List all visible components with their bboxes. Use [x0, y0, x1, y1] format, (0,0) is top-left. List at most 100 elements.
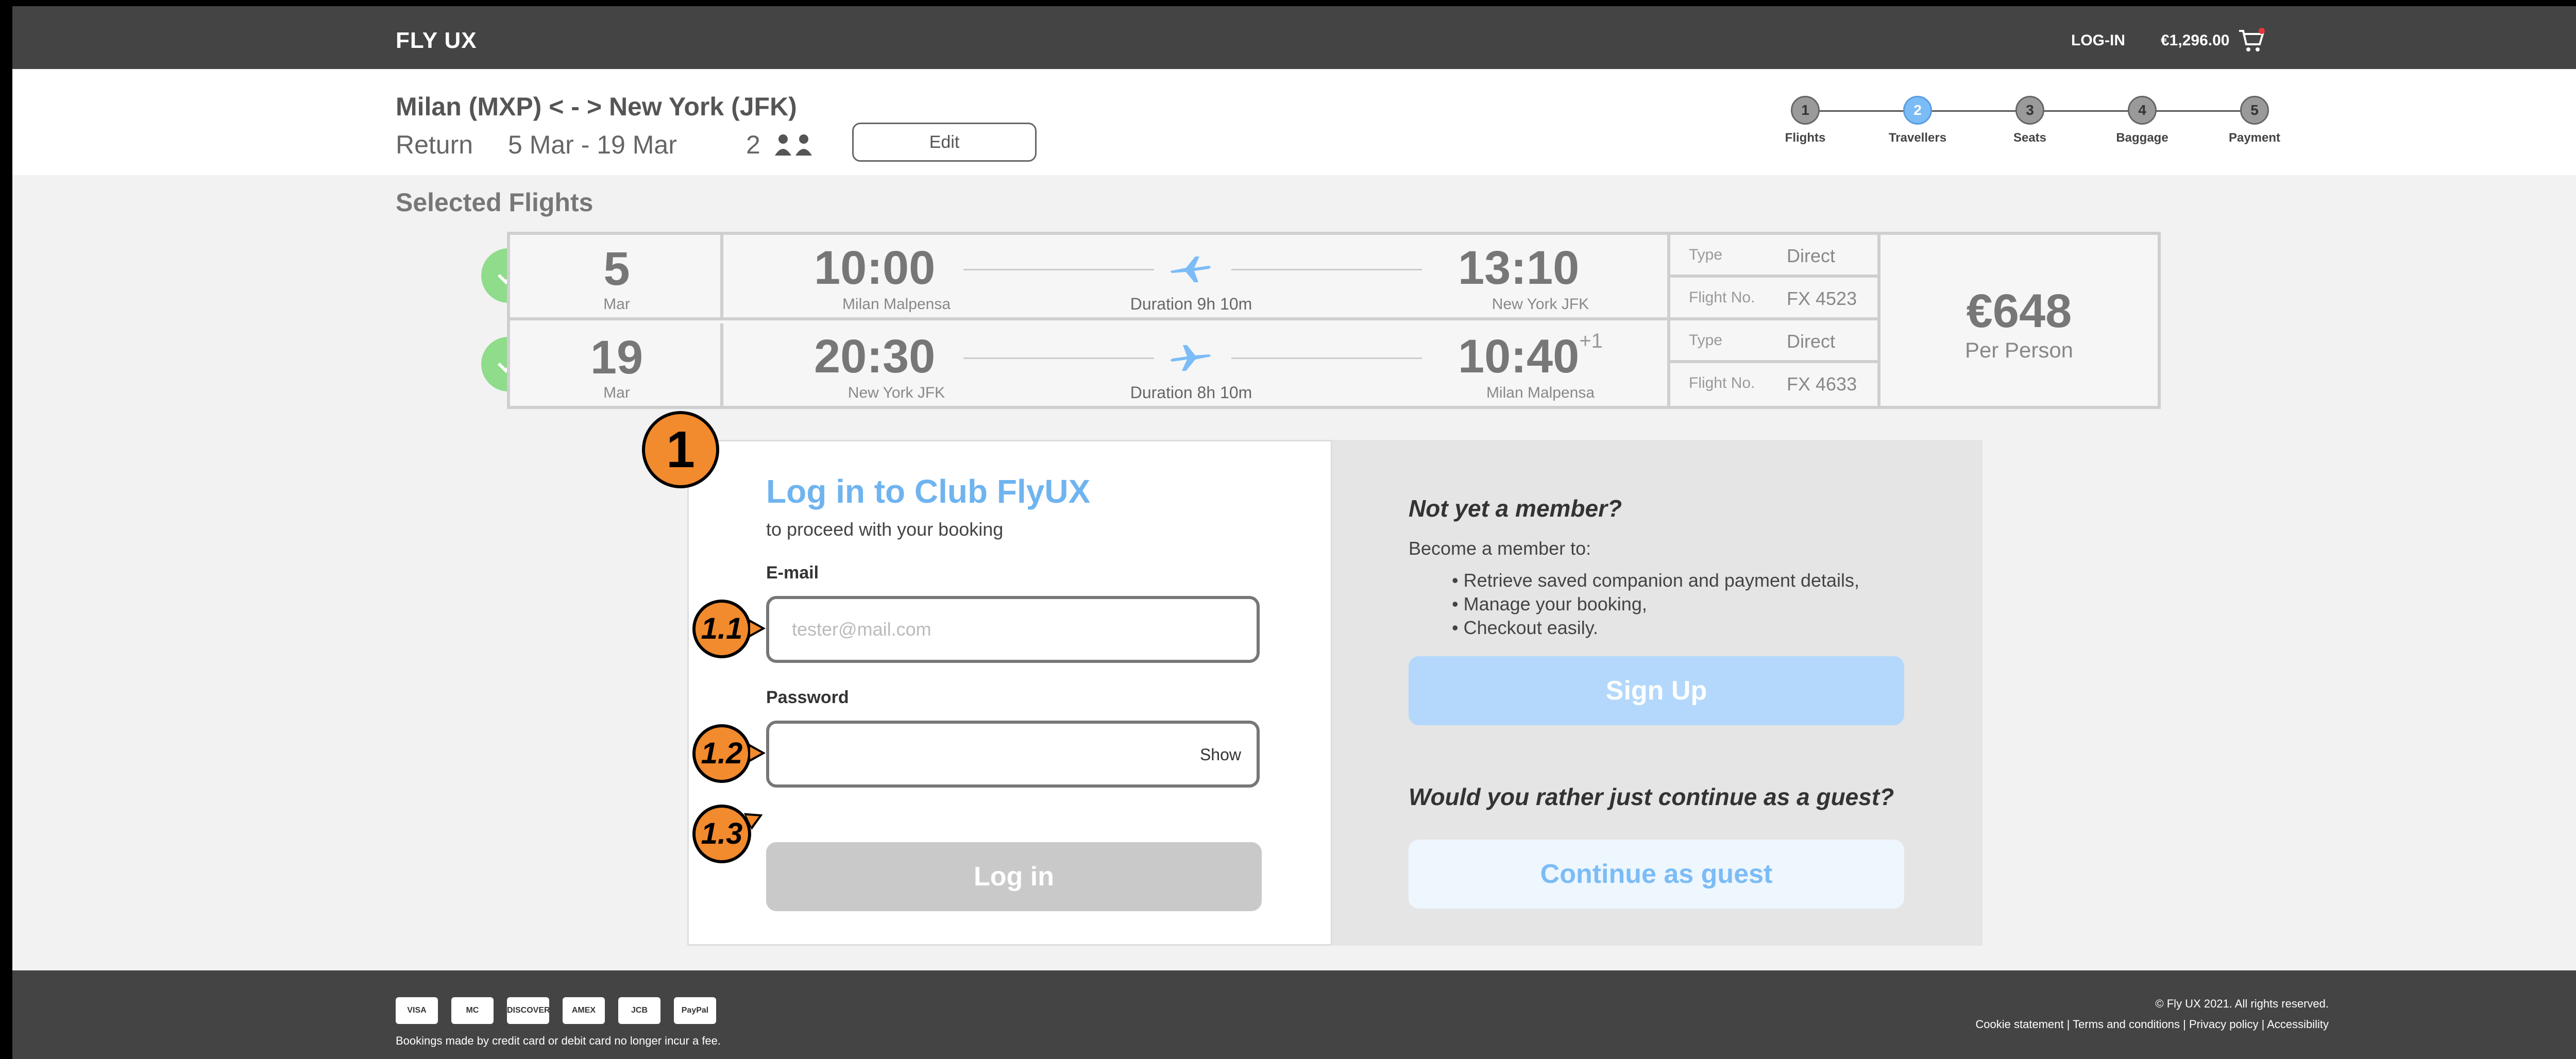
- step-number: 4: [2128, 96, 2157, 125]
- price-note: Per Person: [1964, 338, 2074, 362]
- step-baggage[interactable]: 4 Baggage: [2101, 96, 2183, 145]
- passengers-icon: [775, 134, 812, 156]
- not-member-heading: Not yet a member?: [1409, 495, 1622, 522]
- plane-icon: [1171, 257, 1211, 282]
- visa-card-icon: VISA: [396, 997, 438, 1024]
- step-payment[interactable]: 5 Payment: [2213, 96, 2296, 145]
- app-frame: FLY UX LOG-IN €1,296.00 Milan (MXP) < - …: [12, 6, 2576, 1059]
- show-password-button[interactable]: Show: [1200, 745, 1241, 764]
- departure-time: 10:00: [814, 242, 936, 294]
- flight-no-value: FX 4523: [1787, 288, 1857, 309]
- flight-row-return: 19 Mar 20:30 New York JFK Duration 8h 10…: [510, 323, 1667, 409]
- step-label: Payment: [2228, 131, 2281, 145]
- email-field[interactable]: [766, 596, 1260, 663]
- amex-card-icon: AMEX: [563, 997, 605, 1024]
- step-label: Seats: [2013, 131, 2047, 145]
- guest-heading: Would you rather just continue as a gues…: [1409, 783, 1894, 810]
- arrival-airport: New York JFK: [1492, 296, 1589, 313]
- login-subtitle: to proceed with your booking: [766, 519, 1004, 540]
- selected-flights-card: 5 Mar 10:00 Milan Malpensa Duration 9h 1…: [507, 232, 2161, 409]
- brand-logo[interactable]: FLY UX: [396, 28, 477, 54]
- step-travellers[interactable]: 2 Travellers: [1876, 96, 1959, 145]
- step-number: 1: [1791, 96, 1820, 125]
- step-flights[interactable]: 1 Flights: [1764, 96, 1846, 145]
- type-label: Type: [1689, 246, 1723, 263]
- type-value: Direct: [1787, 245, 1836, 266]
- flight-type-row: Type Direct: [1670, 235, 1877, 278]
- member-benefits-list: • Retrieve saved companion and payment d…: [1452, 569, 1859, 640]
- step-number: 3: [2015, 96, 2044, 125]
- fee-note: Bookings made by credit card or debit ca…: [396, 1034, 721, 1047]
- plane-icon: [1171, 345, 1211, 371]
- member-intro: Become a member to:: [1409, 538, 1591, 559]
- annotation-marker-1-3: 1.3: [692, 805, 751, 863]
- flight-info-column: Type Direct Flight No. FX 4523 Type Dire…: [1667, 235, 1880, 406]
- step-seats[interactable]: 3 Seats: [1989, 96, 2071, 145]
- price-summary: €648 Per Person: [1880, 235, 2158, 406]
- step-number: 5: [2240, 96, 2269, 125]
- continue-as-guest-button[interactable]: Continue as guest: [1409, 840, 1904, 909]
- footer: VISA MC DISCOVER AMEX JCB PayPal Booking…: [12, 970, 2576, 1059]
- login-title: Log in to Club FlyUX: [766, 473, 1091, 510]
- mastercard-icon: MC: [451, 997, 494, 1024]
- list-item: • Checkout easily.: [1452, 617, 1599, 638]
- type-value: Direct: [1787, 331, 1836, 352]
- price-value: €648: [1966, 285, 2072, 337]
- paypal-icon: PayPal: [674, 997, 716, 1024]
- password-field[interactable]: Show: [766, 721, 1260, 788]
- booking-progress-stepper: 1 Flights 2 Travellers 3 Seats 4 Baggage…: [1764, 96, 2300, 163]
- route-line: [963, 357, 1154, 359]
- payment-methods: VISA MC DISCOVER AMEX JCB PayPal: [396, 997, 716, 1024]
- step-label: Flights: [1785, 131, 1826, 145]
- route-line: [1231, 269, 1422, 270]
- step-label: Travellers: [1888, 131, 1947, 145]
- copyright: © Fly UX 2021. All rights reserved.: [2155, 997, 2329, 1010]
- list-item: • Retrieve saved companion and payment d…: [1452, 570, 1860, 591]
- flight-no-label: Flight No.: [1689, 374, 1755, 391]
- edit-trip-button[interactable]: Edit: [852, 123, 1037, 162]
- flight-month: Mar: [603, 384, 630, 401]
- footer-links[interactable]: Cookie statement | Terms and conditions …: [1975, 1018, 2329, 1031]
- annotation-pointer: [749, 619, 766, 638]
- flight-duration: Duration 8h 10m: [1130, 383, 1252, 402]
- email-input[interactable]: [792, 599, 1153, 660]
- password-input[interactable]: [792, 724, 1153, 784]
- annotation-marker-1-1: 1.1: [692, 600, 751, 658]
- route-line: [963, 269, 1154, 270]
- flight-number-row: Flight No. FX 4633: [1670, 363, 1877, 406]
- type-label: Type: [1689, 332, 1723, 349]
- login-link[interactable]: LOG-IN: [2071, 32, 2125, 49]
- arrival-day-offset: +1: [1579, 330, 1603, 352]
- login-button[interactable]: Log in: [766, 842, 1262, 911]
- arrival-airport: Milan Malpensa: [1486, 384, 1595, 401]
- email-label: E-mail: [766, 563, 819, 583]
- route-title: Milan (MXP) < - > New York (JFK): [396, 92, 797, 121]
- selected-flights-title: Selected Flights: [396, 188, 594, 217]
- departure-airport: New York JFK: [848, 384, 945, 401]
- flight-date: 19 Mar: [510, 323, 723, 409]
- flight-day: 19: [590, 331, 643, 384]
- annotation-marker-1-2: 1.2: [692, 724, 751, 783]
- jcb-card-icon: JCB: [618, 997, 660, 1024]
- departure-time: 20:30: [814, 330, 936, 383]
- cart-total[interactable]: €1,296.00: [2161, 32, 2229, 49]
- sign-up-button[interactable]: Sign Up: [1409, 656, 1904, 725]
- arrival-time-value: 10:40: [1458, 330, 1580, 383]
- flight-day: 5: [603, 243, 630, 295]
- annotation-pointer: [749, 744, 766, 762]
- flight-date: 5 Mar: [510, 235, 723, 317]
- arrival-time: 13:10: [1458, 241, 1579, 295]
- list-item: • Manage your booking,: [1452, 593, 1647, 614]
- flight-row-outbound: 5 Mar 10:00 Milan Malpensa Duration 9h 1…: [510, 235, 1667, 320]
- top-nav-bar: FLY UX LOG-IN €1,296.00: [12, 6, 2576, 69]
- passenger-count: 2: [746, 130, 760, 159]
- password-label: Password: [766, 688, 849, 707]
- step-label: Baggage: [2116, 131, 2168, 145]
- annotation-marker-1: 1: [642, 411, 719, 488]
- trip-type: Return: [396, 130, 473, 159]
- flight-no-value: FX 4633: [1787, 373, 1857, 395]
- cart-icon[interactable]: [2238, 28, 2266, 54]
- trip-summary-bar: Milan (MXP) < - > New York (JFK) Return …: [12, 69, 2576, 175]
- departure-airport: Milan Malpensa: [842, 296, 951, 313]
- route-line: [1231, 357, 1422, 359]
